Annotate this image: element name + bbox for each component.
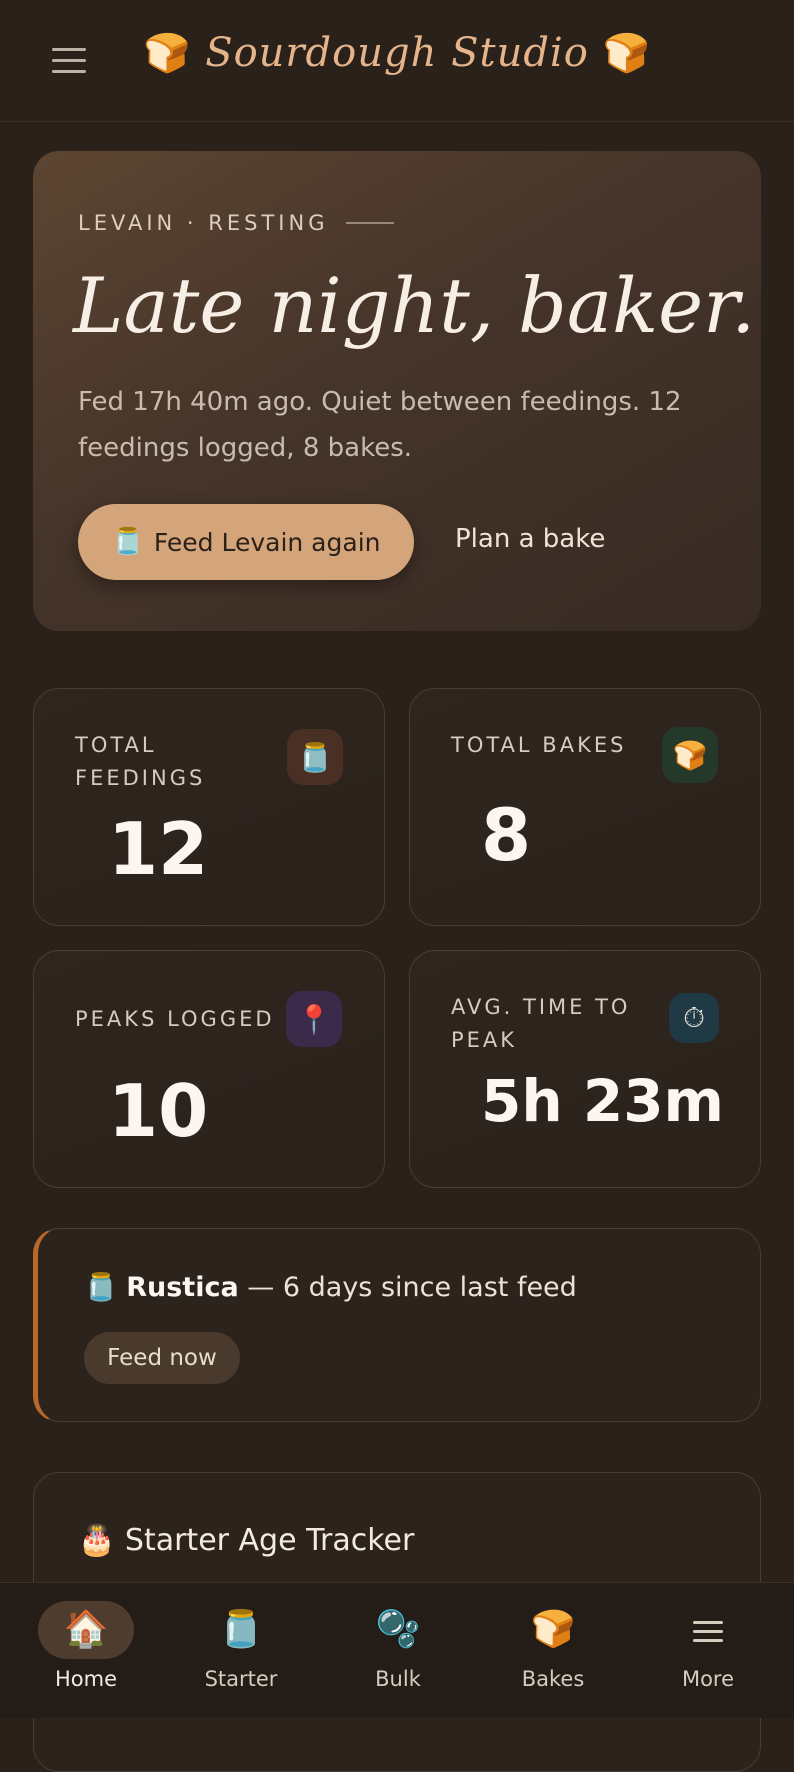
nav-label: Bulk [375, 1667, 421, 1691]
nav-label: Starter [204, 1667, 278, 1691]
bread-icon: 🍞 [143, 31, 192, 75]
stat-card-avg-time-to-peak: AVG. TIME TO PEAK ⏱ 5h 23m [409, 950, 761, 1188]
stat-value: 8 [481, 793, 532, 877]
app-title: 🍞 Sourdough Studio 🍞 [0, 30, 794, 76]
jar-icon: 🫙 [111, 527, 144, 557]
bread-icon: 🍞 [602, 31, 651, 75]
jar-icon: 🫙 [287, 729, 343, 785]
reminder-text: 🫙 Rustica — 6 days since last feed [84, 1271, 577, 1303]
feed-reminder-card: 🫙 Rustica — 6 days since last feed Feed … [33, 1228, 761, 1422]
feed-levain-label: Feed Levain again [153, 527, 381, 557]
stat-value: 10 [108, 1069, 209, 1153]
nav-more[interactable]: More [648, 1601, 768, 1701]
hero-eyebrow: LEVAIN · RESTING [78, 211, 395, 235]
nav-label: Bakes [521, 1667, 585, 1691]
app-title-text: Sourdough Studio [205, 30, 589, 76]
nav-home[interactable]: 🏠 Home [26, 1601, 146, 1701]
plan-bake-button[interactable]: Plan a bake [455, 524, 605, 554]
hero-card: LEVAIN · RESTING Late night, baker. Fed … [33, 151, 761, 631]
app-header: 🍞 Sourdough Studio 🍞 [0, 0, 794, 122]
hero-title: Late night, baker. [73, 261, 756, 350]
stat-card-peaks-logged: PEAKS LOGGED 📍 10 [33, 950, 385, 1188]
hero-eyebrow-text: LEVAIN · RESTING [78, 211, 329, 235]
cake-icon: 🎂 [78, 1523, 116, 1558]
nav-label: Home [54, 1667, 117, 1691]
bread-icon: 🍞 [662, 727, 718, 783]
stopwatch-icon: ⏱ [669, 993, 719, 1043]
menu-icon [660, 1601, 756, 1659]
stat-label: TOTAL FEEDINGS [75, 733, 206, 790]
hero-description: Fed 17h 40m ago. Quiet between feedings.… [78, 387, 682, 463]
starter-name: Rustica [126, 1272, 239, 1303]
stat-value: 5h 23m [481, 1067, 724, 1135]
stat-label: AVG. TIME TO PEAK [451, 995, 631, 1052]
nav-starter[interactable]: 🫙 Starter [181, 1601, 301, 1701]
feed-now-button[interactable]: Feed now [84, 1332, 240, 1384]
home-icon: 🏠 [38, 1601, 134, 1659]
bottom-navigation: 🏠 Home 🫙 Starter 🫧 Bulk 🍞 Bakes More [0, 1582, 794, 1718]
bubbles-icon: 🫧 [375, 1609, 421, 1650]
bread-icon: 🍞 [530, 1609, 576, 1650]
stat-label: PEAKS LOGGED [75, 1007, 275, 1031]
nav-label: More [681, 1667, 735, 1691]
stat-card-total-bakes: TOTAL BAKES 🍞 8 [409, 688, 761, 926]
nav-bakes[interactable]: 🍞 Bakes [493, 1601, 613, 1701]
reminder-detail: — 6 days since last feed [238, 1272, 577, 1303]
stat-value: 12 [108, 807, 209, 891]
pin-icon: 📍 [286, 991, 342, 1047]
stat-label: TOTAL BAKES [451, 733, 627, 757]
age-tracker-title: 🎂 Starter Age Tracker [78, 1523, 414, 1558]
age-tracker-title-text: Starter Age Tracker [124, 1523, 415, 1558]
eyebrow-divider [346, 222, 395, 224]
nav-bulk[interactable]: 🫧 Bulk [338, 1601, 458, 1701]
feed-levain-button[interactable]: 🫙 Feed Levain again [78, 504, 414, 580]
jar-icon: 🫙 [84, 1272, 118, 1303]
stat-card-total-feedings: TOTAL FEEDINGS 🫙 12 [33, 688, 385, 926]
jar-icon: 🫙 [218, 1609, 264, 1650]
